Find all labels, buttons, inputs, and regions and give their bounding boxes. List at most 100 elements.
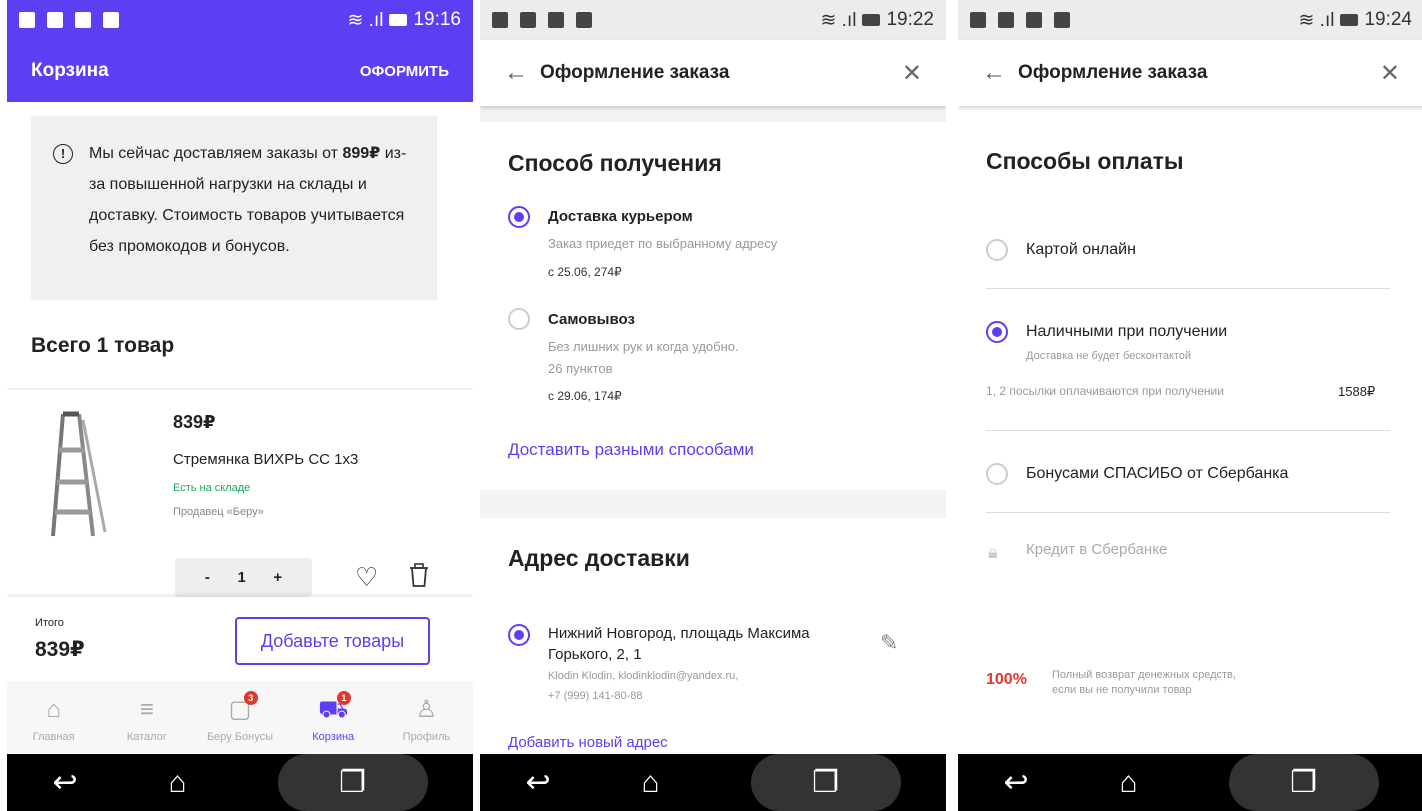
courier-desc: Заказ приедет по выбранному адресу [548,236,778,251]
qty-plus-button[interactable]: + [273,569,282,586]
refund-line2: если вы не получили товар [1052,684,1192,696]
status-bar: ≋ .ıl 19:22 [480,0,946,40]
courier-radio[interactable] [508,206,530,228]
section-title: Способ получения [508,150,722,176]
clock: 19:24 [1364,9,1412,30]
delivery-notice: ! Мы сейчас доставляем заказы от 899₽ из… [31,116,437,300]
back-icon[interactable]: ↩ [1003,765,1028,800]
home-icon: ⌂ [46,696,61,723]
recents-icon[interactable]: ❐ [339,765,366,800]
notice-min-sum: 899₽ [342,145,381,162]
bonus-gift-icon: ▢ [228,696,252,723]
total-sum: 839₽ [35,638,85,661]
nav-home[interactable]: ⌂ Главная [7,681,100,754]
pickup-title[interactable]: Самовывоз [548,311,635,328]
app-bottom-nav: ⌂ Главная ≡ Каталог ▢ 3 Беру Бонусы ⛟ 1 Корзин… [7,681,473,754]
cart-count-title: Всего 1 товар [31,334,175,357]
notice-text-pre: Мы сейчас доставляем заказы от [89,145,343,162]
card-radio[interactable] [986,239,1008,261]
refund-line1: Полный возврат денежных средств, [1052,669,1236,681]
refund-percent: 100% [986,671,1027,688]
page-title: Корзина [31,60,109,81]
split-delivery-link[interactable]: Доставить разными способами [508,440,754,460]
trash-icon[interactable] [409,563,429,587]
qty-minus-button[interactable]: - [205,569,210,586]
nav-catalog[interactable]: ≡ Каталог [100,681,193,754]
edit-pencil-icon[interactable]: ✎ [880,630,898,656]
catalog-search-icon: ≡ [139,696,154,723]
card-option[interactable]: Картой онлайн [1026,241,1136,259]
bonus-radio[interactable] [986,463,1008,485]
divider [986,288,1390,289]
product-info: 839₽ Стремянка ВИХРЬ СС 1х3 Есть на скла… [173,412,358,518]
product-name[interactable]: Стремянка ВИХРЬ СС 1х3 [173,451,358,468]
credit-option: Кредит в Сбербанке [1026,541,1168,558]
contact-line2: +7 (999) 141-80-88 [548,690,643,702]
section-gap [480,106,946,122]
address-radio[interactable] [508,624,530,646]
recents-icon[interactable]: ❐ [1290,765,1317,800]
qty-value: 1 [237,569,246,586]
battery-icon [1340,14,1359,26]
checkout-delivery-screen: ≋ .ıl 19:22 ← Оформление заказа ✕ Способ … [480,0,946,811]
add-items-button[interactable]: Добавьте товары [235,617,430,665]
signal-icon: ≋ .ıl [347,9,384,31]
checkout-payment-screen: ≋ .ıl 19:24 ← Оформление заказа ✕ Способы… [958,0,1422,811]
clock: 19:16 [413,9,461,30]
cash-radio[interactable] [986,321,1008,343]
cash-option[interactable]: Наличными при получении [1026,323,1227,341]
battery-icon [389,14,408,26]
home-icon[interactable]: ⌂ [1120,766,1138,800]
divider [7,388,473,390]
cart-screen: ≋ .ıl 19:16 Корзина ОФОРМИТЬ ! Мы сейчас … [7,0,473,811]
home-icon[interactable]: ⌂ [169,766,187,800]
notification-icons [492,12,592,28]
checkout-button[interactable]: ОФОРМИТЬ [360,63,449,80]
bonus-badge: 3 [243,691,258,705]
recents-icon[interactable]: ❐ [812,765,839,800]
app-header: ← Оформление заказа ✕ [480,40,946,106]
app-header: ← Оформление заказа ✕ [958,40,1422,106]
back-icon[interactable]: ↩ [525,765,550,800]
close-icon[interactable]: ✕ [1380,59,1400,88]
stock-status: Есть на складе [173,482,251,494]
cart-icon: ⛟ [318,696,349,723]
address-line1: Нижний Новгород, площадь Максима [548,625,810,642]
favorite-heart-icon[interactable]: ♡ [355,562,378,593]
pickup-desc: Без лишних рук и когда удобно. [548,339,739,354]
system-nav-bar: ↩ ⌂ ❐ [480,754,946,811]
signal-icon: ≋ .ıl [820,9,857,31]
system-nav-bar: ↩ ⌂ ❐ [7,754,473,811]
close-icon[interactable]: ✕ [902,59,922,88]
back-arrow-icon[interactable]: ← [982,59,1018,87]
back-icon[interactable]: ↩ [52,765,77,800]
home-icon[interactable]: ⌂ [642,766,660,800]
pickup-radio[interactable] [508,308,530,330]
status-bar: ≋ .ıl 19:24 [958,0,1422,40]
bonus-option[interactable]: Бонусами СПАСИБО от Сбербанка [1026,465,1288,483]
address-section-title: Адрес доставки [508,545,690,571]
page-title: Оформление заказа [540,62,730,83]
cash-note: Доставка не будет бесконтактой [1026,350,1192,362]
lock-icon: 🔒︎ [988,542,998,562]
nav-profile[interactable]: ♙ Профиль [380,681,473,754]
product-price: 839₽ [173,412,216,432]
parcels-note: 1, 2 посылки оплачиваются при получении [986,384,1224,398]
add-address-link[interactable]: Добавить новый адрес [508,734,668,751]
product-image[interactable] [49,410,109,540]
section-title: Способы оплаты [986,148,1184,174]
pickup-count: 26 пунктов [548,361,613,376]
back-arrow-icon[interactable]: ← [504,59,540,87]
address-line2: Горького, 2, 1 [548,646,642,663]
courier-title[interactable]: Доставка курьером [548,208,693,225]
nav-cart[interactable]: ⛟ 1 Корзина [287,681,380,754]
divider [986,512,1390,513]
battery-icon [862,14,881,26]
nav-bonuses[interactable]: ▢ 3 Беру Бонусы [193,681,286,754]
divider [986,430,1390,431]
signal-icon: ≋ .ıl [1298,9,1335,31]
notification-icons [19,12,119,28]
parcels-sum: 1588₽ [1338,384,1376,399]
cart-badge: 1 [336,691,351,705]
clock: 19:22 [886,9,934,30]
